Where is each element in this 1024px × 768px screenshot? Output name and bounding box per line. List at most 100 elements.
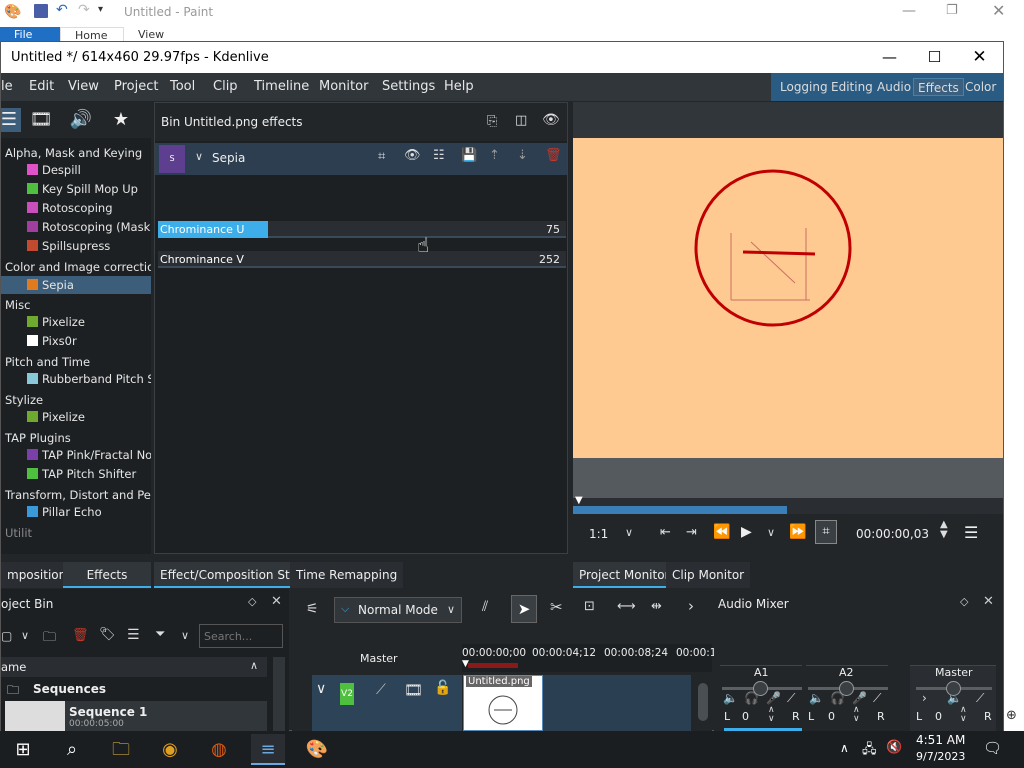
effect-item[interactable]: TAP Pink/Fractal Noise [27,448,151,462]
effect-category[interactable]: TAP Plugins [5,431,71,445]
gain-spinner-icon[interactable]: ∧ ∨ [853,706,860,724]
volume-muted-icon[interactable]: 🔇 [886,740,902,755]
chrome-icon[interactable]: ◉ [153,734,187,765]
paint-minimize-icon[interactable]: — [902,3,916,19]
paint-tab-home[interactable]: Home [60,27,124,42]
zoom-plus-icon[interactable]: ⊕ [1006,708,1017,723]
eye-icon[interactable]: 👁 [542,112,560,128]
kdenlive-taskbar-icon[interactable]: ≡ [251,734,285,765]
gain-spinner-icon[interactable]: ∧ ∨ [960,706,967,724]
monitor-ruler[interactable]: ▼ [573,495,1003,514]
timeline-scrollbar[interactable] [698,683,708,721]
delete-effect-icon[interactable]: 🗑 [545,148,562,163]
menu-view[interactable]: View [68,79,99,94]
bin-scrollbar[interactable] [273,657,285,731]
gain-spinner-icon[interactable]: ∧ ∨ [768,706,775,724]
track-effect-icon[interactable]: ⟋ [376,682,386,698]
crop-icon[interactable]: ⌗ [815,520,837,544]
zoom-dropdown-icon[interactable]: ∨ [625,526,633,539]
effect-item[interactable]: Pillar Echo [27,505,102,519]
menu-settings[interactable]: Settings [382,79,435,94]
presets-icon[interactable]: ☷ [433,148,445,163]
tray-chevron-icon[interactable]: ∧ [840,741,849,755]
file-explorer-icon[interactable]: 🗀 [104,734,138,765]
filter-icon[interactable]: ⏷ [155,627,165,642]
chevron-down-icon[interactable]: ∨ [195,150,203,163]
float-panel-icon[interactable]: ◇ [960,595,968,608]
timeline-options-icon[interactable]: ⚟ [306,601,319,617]
play-icon[interactable]: ▶ [741,524,752,540]
effect-item[interactable]: Rubberband Pitch Scal [27,372,151,386]
move-up-icon[interactable]: ⇡ [489,148,500,163]
ripple-tool-icon[interactable]: ⟷ [617,599,636,614]
menu-timeline[interactable]: Timeline [254,79,309,94]
menu-clip[interactable]: Clip [213,79,238,94]
timecode-display[interactable]: 00:00:00,03 [856,527,929,541]
close-icon[interactable]: ✕ [957,42,1002,73]
effect-item[interactable]: Despill [27,163,81,177]
effect-category[interactable]: Misc [5,298,30,312]
timecode-spinner-icon[interactable]: ▲ ▼ [940,520,948,540]
firefox-icon[interactable]: ◍ [202,734,236,765]
gain-value[interactable]: 0 [742,710,749,723]
tab-time-remapping[interactable]: Time Remapping [290,562,404,588]
bin-column-header[interactable]: ame ∧ [1,657,267,677]
bin-view-dropdown-icon[interactable]: ∨ [21,629,29,642]
effect-item[interactable]: Pixelize [27,315,85,329]
effect-category[interactable]: Stylize [5,393,43,407]
param-value[interactable]: 75 [546,223,560,236]
clock-time[interactable]: 4:51 AM [916,733,965,747]
save-stack-icon[interactable]: ⎘ [487,114,497,129]
paint-restore-icon[interactable]: ❐ [946,3,958,18]
set-in-icon[interactable]: ⇤ [660,525,671,540]
menu-help[interactable]: Help [444,79,474,94]
effect-category[interactable]: Utilit [5,526,32,540]
paint-taskbar-icon[interactable]: 🎨 [300,734,334,765]
effect-item[interactable]: Rotoscoping [27,201,113,215]
gain-value[interactable]: 0 [935,710,942,723]
effect-item[interactable]: Sepia [1,276,151,294]
menu-tool[interactable]: Tool [170,79,195,94]
forward-icon[interactable]: ⏩ [789,524,806,540]
gain-knob-a1[interactable] [753,681,768,696]
effect-item[interactable]: TAP Pitch Shifter [27,467,136,481]
paint-close-icon[interactable]: ✕ [992,1,1005,20]
save-effect-icon[interactable]: 💾 [461,148,477,163]
bin-menu-icon[interactable]: ☰ [127,627,140,643]
quick-access-dropdown-icon[interactable]: ▾ [98,4,103,15]
timeline-clip[interactable]: Untitled.png [463,675,543,731]
layout-color[interactable]: Color [961,78,1000,96]
param-chrominance-u[interactable]: Chrominance U 75 [158,221,566,238]
effect-eye-icon[interactable]: 👁 [404,148,421,163]
play-options-icon[interactable]: ∨ [767,526,775,539]
tab-clip-monitor[interactable]: Clip Monitor [666,562,751,588]
search-icon[interactable]: ⌕ [55,734,89,765]
gain-knob-master[interactable] [946,681,961,696]
track-video-icon[interactable]: 🎞 [404,681,423,699]
menu-monitor[interactable]: Monitor [319,79,368,94]
effect-item-sepia[interactable]: S ∨ Sepia ⌗ 👁 ☷ 💾 ⇡ ⇣ 🗑 [155,143,567,175]
gain-knob-a2[interactable] [839,681,854,696]
gain-value[interactable]: 0 [828,710,835,723]
effect-item[interactable]: Rotoscoping (Mask) [27,220,151,234]
menu-project[interactable]: Project [114,79,158,94]
add-folder-icon[interactable]: 🗀 [43,628,56,650]
layout-logging[interactable]: Logging [776,78,832,96]
menu-edit[interactable]: Edit [29,79,54,94]
tab-effects[interactable]: Effects [63,562,151,588]
audio-effects-icon[interactable]: 🔊 [69,108,93,132]
paint-tab-view[interactable]: View [124,27,184,42]
all-effects-icon[interactable]: ☰ [1,108,21,132]
monitor-menu-icon[interactable]: ☰ [964,523,978,542]
track-header-v2[interactable]: ∨ V2 ⟋ 🎞 🔓 [312,675,462,731]
effect-item[interactable]: Key Spill Mop Up [27,182,138,196]
tab-project-monitor[interactable]: Project Monitor [573,562,676,588]
rewind-icon[interactable]: ⏪ [713,524,730,540]
sort-up-icon[interactable]: ∧ [250,659,258,672]
save-icon[interactable] [34,4,48,18]
clock-date[interactable]: 9/7/2023 [916,750,965,763]
collapse-track-icon[interactable]: ∨ [316,681,326,697]
razor-tool-icon[interactable]: ✂ [550,598,563,616]
minimize-icon[interactable]: — [867,42,912,73]
move-down-icon[interactable]: ⇣ [517,148,528,163]
